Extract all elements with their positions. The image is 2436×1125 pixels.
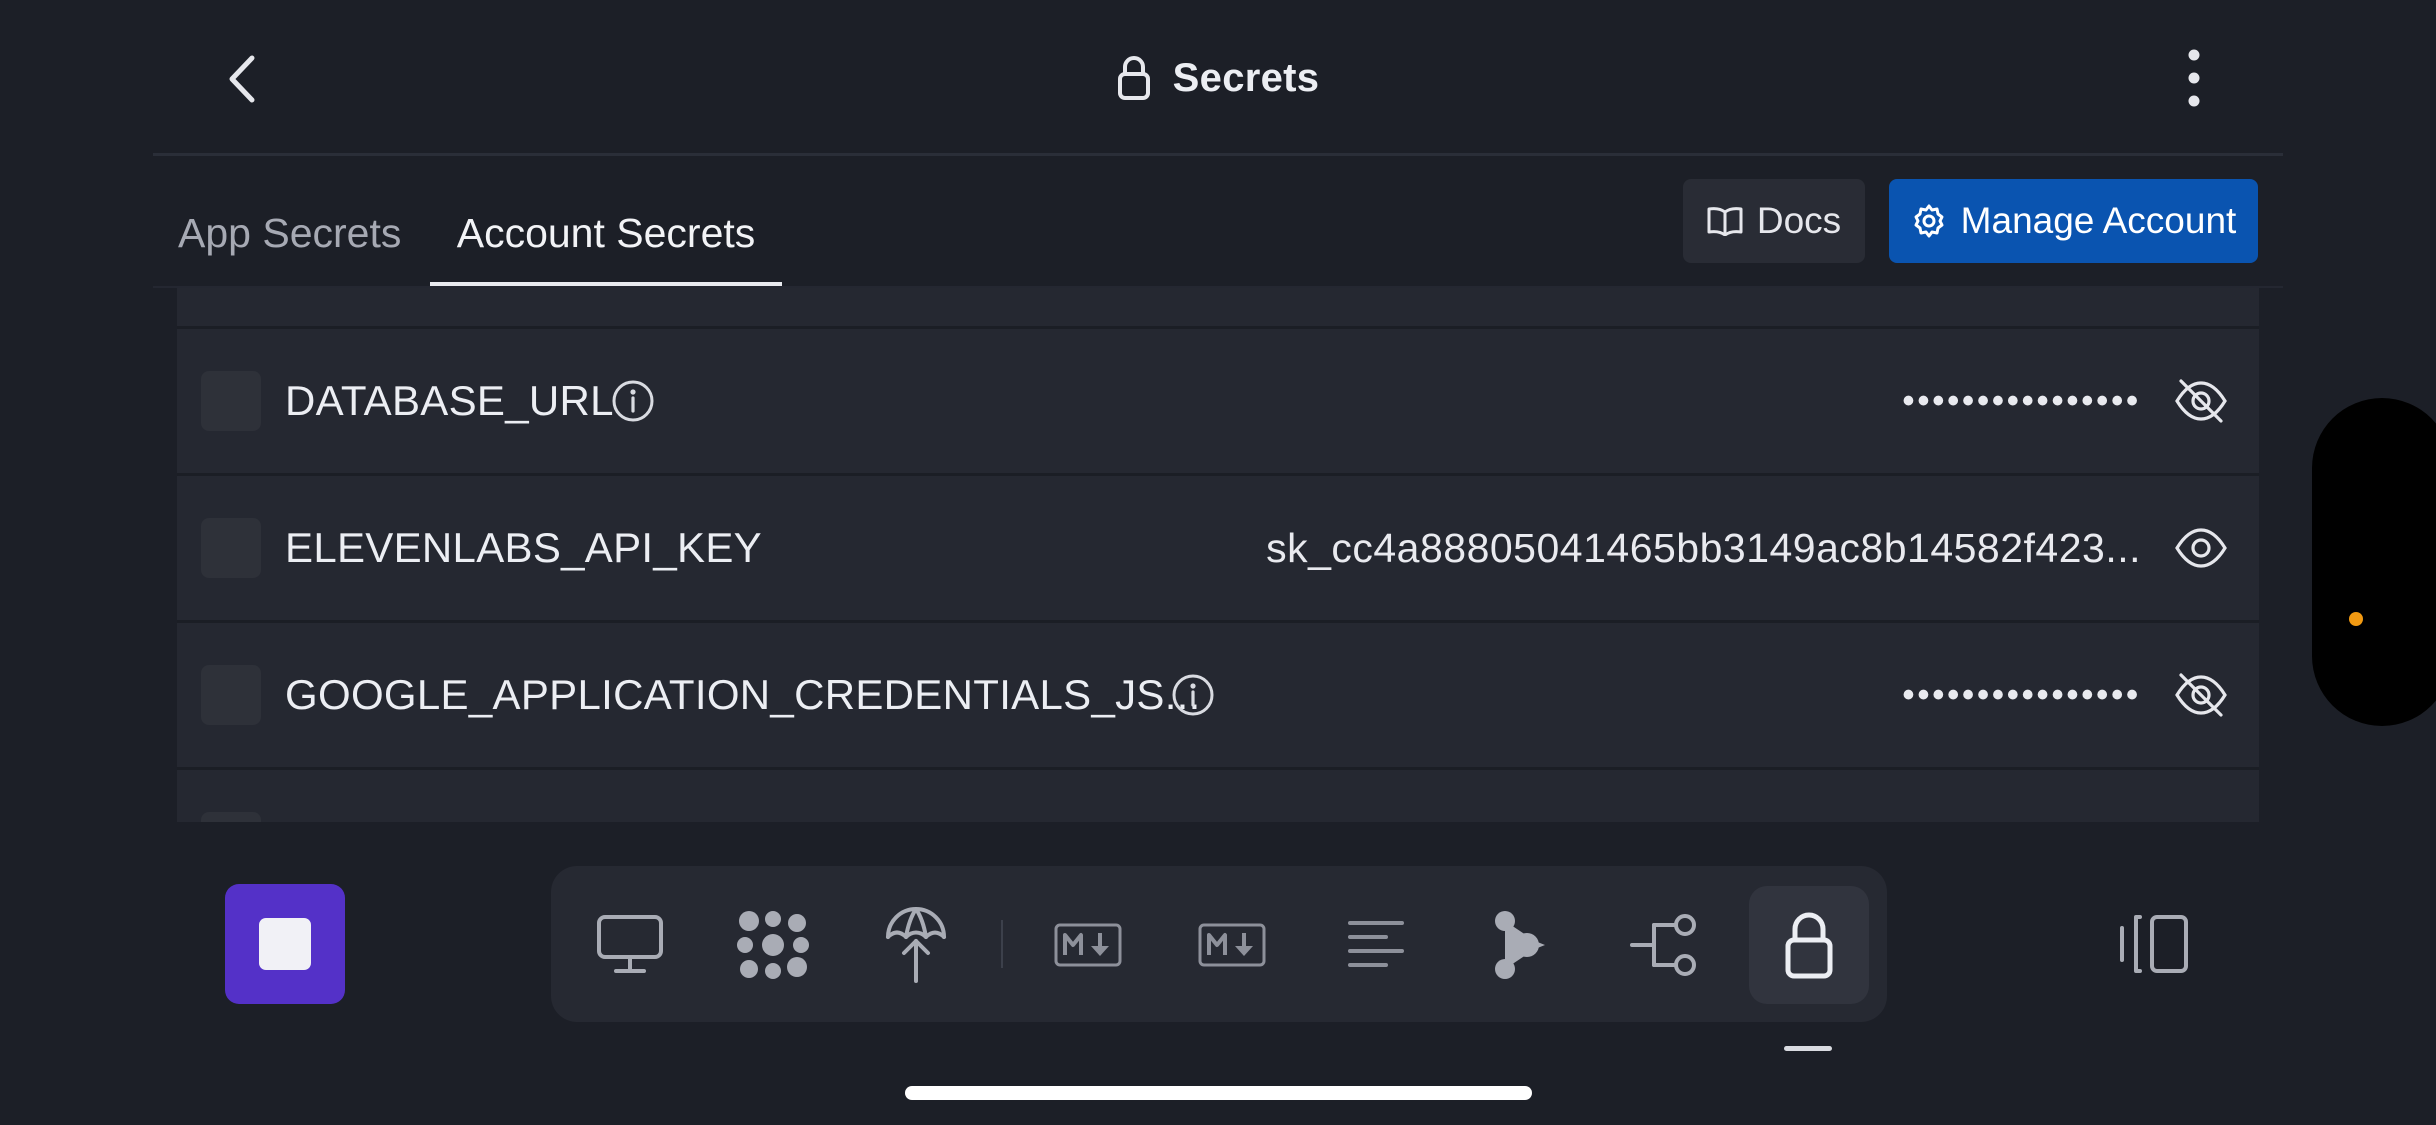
markdown-icon	[1054, 923, 1122, 967]
row-checkbox[interactable]	[201, 518, 261, 578]
active-tool-indicator	[1784, 1046, 1832, 1051]
eye-off-icon[interactable]	[2173, 373, 2229, 429]
secret-row-database-url[interactable]: DATABASE_URL ••••••••••••••••	[177, 329, 2259, 473]
info-icon[interactable]	[1171, 673, 1215, 717]
agent-tool-button[interactable]	[718, 890, 828, 1000]
secrets-tool-button[interactable]	[1754, 890, 1864, 1000]
markdown-tool-button-2[interactable]	[1177, 890, 1287, 1000]
secret-value-masked: ••••••••••••••••	[1902, 382, 2141, 420]
secret-row-partial[interactable]	[177, 770, 2259, 822]
gear-icon	[1914, 204, 1944, 238]
manage-account-label: Manage Account	[1960, 200, 2237, 241]
deploy-icon	[886, 907, 946, 983]
secret-value-masked: ••••••••••••••••	[1902, 676, 2141, 714]
manage-account-button[interactable]: Manage Account	[1889, 179, 2258, 263]
status-indicator-dot	[2349, 612, 2363, 626]
back-button[interactable]	[214, 48, 270, 110]
more-vertical-icon	[2188, 49, 2200, 107]
branch-tool-button[interactable]	[1464, 890, 1574, 1000]
secret-row-elevenlabs-api-key[interactable]: ELEVENLABS_API_KEY sk_cc4a88805041465bb3…	[177, 476, 2259, 620]
lock-icon	[1785, 912, 1833, 979]
row-checkbox[interactable]	[201, 665, 261, 725]
text-tool-button[interactable]	[1321, 890, 1431, 1000]
stop-icon	[259, 918, 311, 970]
info-icon[interactable]	[611, 379, 655, 423]
lock-icon	[1117, 56, 1150, 100]
secrets-list[interactable]: DATABASE_URL •••••••••••••••• ELEVENLABS…	[177, 288, 2259, 822]
row-checkbox[interactable]	[201, 812, 261, 822]
side-panel-handle[interactable]	[2312, 398, 2436, 726]
header-divider	[153, 153, 2283, 156]
docs-button-label: Docs	[1756, 200, 1842, 241]
branch-icon	[1495, 911, 1545, 979]
eye-icon[interactable]	[2173, 520, 2229, 576]
text-align-left-icon	[1348, 921, 1404, 967]
sparkle-cluster-icon	[737, 911, 809, 979]
markdown-tool-button[interactable]	[1033, 890, 1143, 1000]
tab-app-secrets[interactable]: App Secrets	[178, 180, 401, 286]
home-indicator[interactable]	[905, 1086, 1532, 1100]
console-tool-button[interactable]	[575, 890, 685, 1000]
secret-value: sk_cc4a88805041465bb3149ac8b14582f423...	[1266, 525, 2141, 571]
page-header: Secrets	[0, 40, 2436, 116]
git-tool-button[interactable]	[1609, 890, 1719, 1000]
secret-row-google-application-credentials[interactable]: GOOGLE_APPLICATION_CREDENTIALS_JS... •••…	[177, 623, 2259, 767]
monitor-icon	[597, 915, 663, 973]
deploy-tool-button[interactable]	[861, 890, 971, 1000]
book-icon	[1707, 207, 1743, 236]
dock-separator	[1001, 920, 1003, 968]
page-title: Secrets	[1172, 55, 1320, 100]
git-flow-icon	[1630, 914, 1696, 976]
layout-toggle-button[interactable]	[2110, 900, 2198, 988]
chevron-left-icon	[229, 55, 255, 103]
tool-dock	[551, 866, 1887, 1022]
stop-button[interactable]	[225, 884, 345, 1004]
secret-key: DATABASE_URL	[285, 377, 614, 424]
secret-key: GOOGLE_APPLICATION_CREDENTIALS_JS...	[285, 671, 1201, 718]
tab-account-secrets[interactable]: Account Secrets	[430, 180, 782, 286]
eye-off-icon[interactable]	[2173, 667, 2229, 723]
split-pane-icon	[2120, 915, 2188, 973]
docs-button[interactable]: Docs	[1683, 179, 1865, 263]
row-checkbox[interactable]	[201, 371, 261, 431]
more-options-button[interactable]	[2168, 40, 2220, 116]
markdown-icon	[1198, 923, 1266, 967]
secret-key: ELEVENLABS_API_KEY	[285, 524, 762, 571]
